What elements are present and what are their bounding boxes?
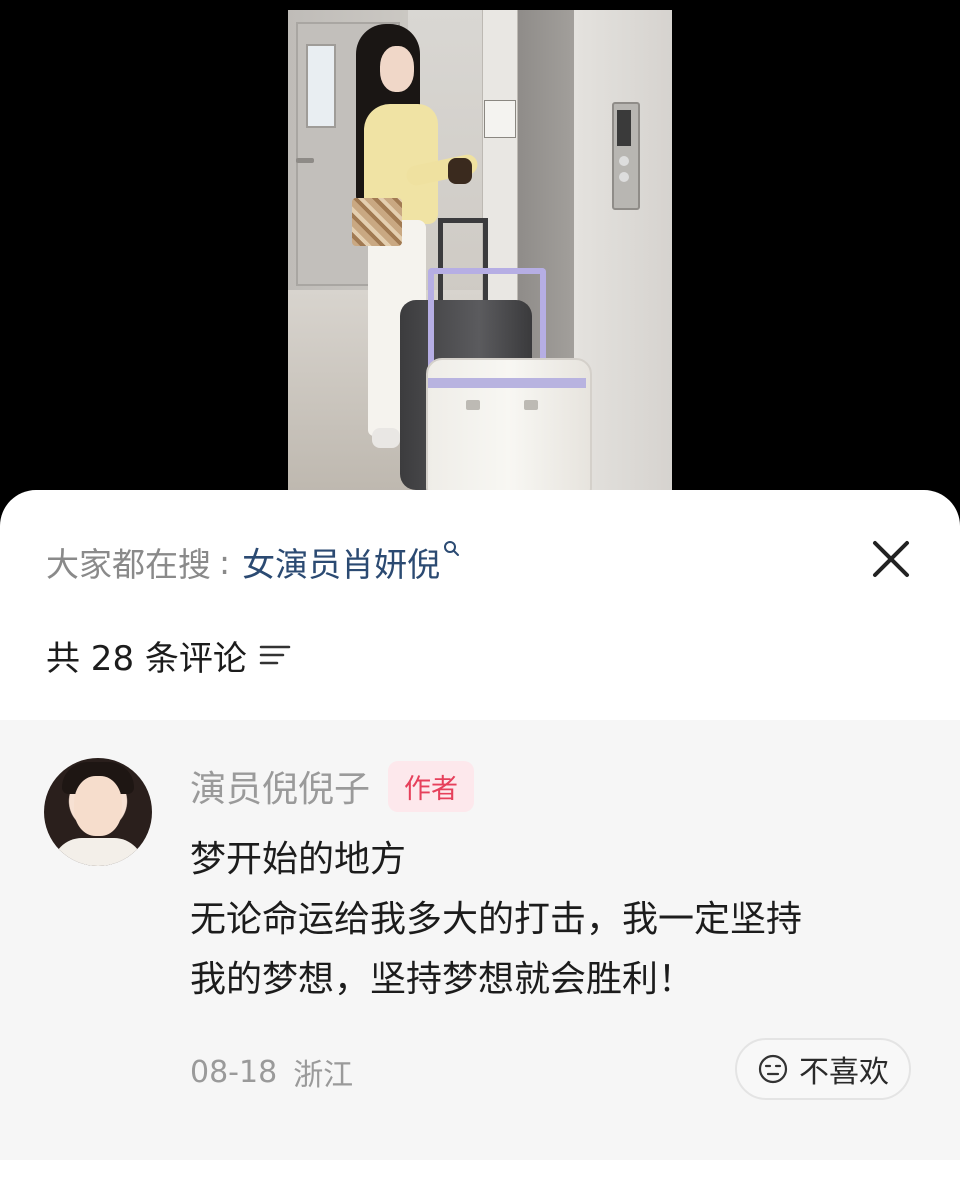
comment-meta: 08-18 浙江 — [190, 1050, 353, 1094]
avatar-body — [52, 838, 144, 866]
video-door-window — [306, 44, 336, 128]
comment-count-header: 共 28 条评论 — [46, 630, 291, 680]
video-panel-screen — [617, 110, 631, 146]
app-screen: 大家都在搜 : 女演员肖妍倪 共 28 条评论 演员倪倪子 作者 梦开始的地方 … — [0, 0, 960, 1196]
comment-location: 浙江 — [293, 1058, 354, 1093]
dislike-button[interactable]: 不喜欢 — [735, 1038, 911, 1100]
video-panel-button — [619, 156, 629, 166]
meh-face-icon — [758, 1054, 788, 1084]
comment-line: 梦开始的地方 — [190, 839, 407, 880]
video-light-suitcase-trim — [428, 378, 586, 388]
close-button[interactable] — [866, 534, 916, 584]
dislike-label: 不喜欢 — [799, 1055, 889, 1090]
comment-sheet: 大家都在搜 : 女演员肖妍倪 共 28 条评论 演员倪倪子 作者 梦开始的地方 … — [0, 490, 960, 1196]
trending-search[interactable]: 大家都在搜 : 女演员肖妍倪 — [46, 536, 462, 588]
video-frame[interactable] — [288, 10, 672, 500]
comment-line: 无论命运给我多大的打击，我一定坚持 — [190, 899, 803, 940]
comment-item: 演员倪倪子 作者 梦开始的地方 无论命运给我多大的打击，我一定坚持 我的梦想，坚… — [0, 720, 960, 1160]
video-pillar-note — [484, 100, 516, 138]
comment-count: 共 28 条评论 — [46, 638, 247, 679]
comment-author-name[interactable]: 演员倪倪子 — [190, 760, 370, 812]
video-person-shoe — [372, 428, 400, 448]
video-panel-button — [619, 172, 629, 182]
video-person-cuff — [448, 158, 472, 184]
video-suitcase-clip — [466, 400, 480, 410]
trending-search-separator: : — [219, 542, 231, 582]
video-light-suitcase-handle — [428, 268, 546, 368]
search-icon — [444, 541, 460, 556]
trending-search-term[interactable]: 女演员肖妍倪 — [242, 538, 440, 586]
video-person-face — [380, 46, 414, 92]
video-handbag — [352, 198, 402, 246]
avatar-face — [74, 776, 122, 836]
comment-author-row: 演员倪倪子 作者 — [190, 760, 475, 812]
comment-date: 08-18 — [190, 1054, 278, 1090]
avatar[interactable] — [44, 758, 152, 866]
author-badge: 作者 — [388, 760, 475, 812]
video-door-handle — [296, 158, 314, 163]
comment-body: 梦开始的地方 无论命运给我多大的打击，我一定坚持 我的梦想，坚持梦想就会胜利！ — [190, 830, 930, 1010]
close-icon — [873, 541, 909, 577]
sort-icon[interactable] — [259, 642, 291, 668]
trending-search-prefix: 大家都在搜 — [46, 545, 211, 584]
video-suitcase-clip — [524, 400, 538, 410]
comment-line: 我的梦想，坚持梦想就会胜利！ — [190, 959, 695, 1000]
